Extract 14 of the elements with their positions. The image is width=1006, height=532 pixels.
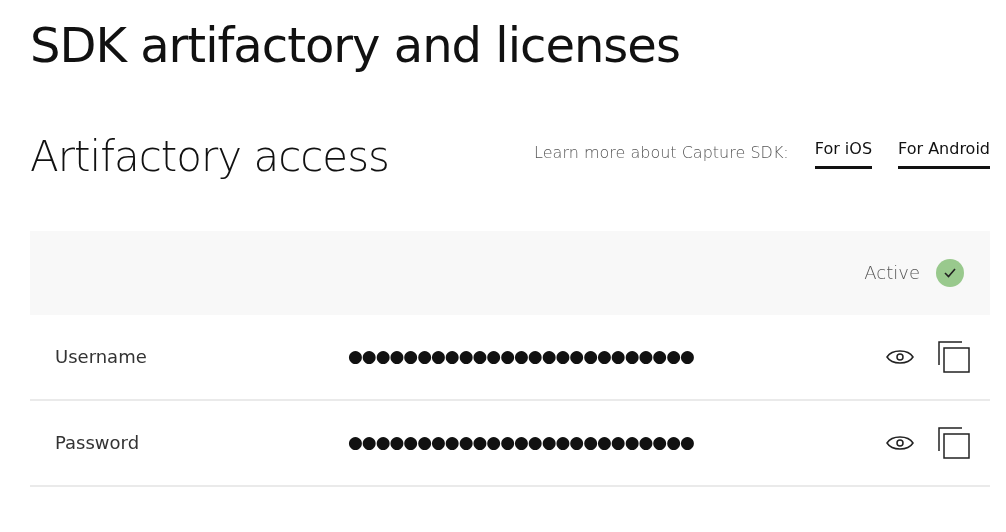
platform-link[interactable]: For iOS <box>814 136 873 169</box>
masked-value: ●●●●●●●●●●●●●●●●●●●●●●●●● <box>348 431 695 455</box>
platform-link[interactable]: For Android <box>898 136 990 169</box>
copy-icon[interactable] <box>938 426 970 459</box>
masked-value: ●●●●●●●●●●●●●●●●●●●●●●●●● <box>348 345 695 369</box>
show-icon[interactable] <box>886 347 914 366</box>
section-title: Artifactory access <box>30 132 389 183</box>
show-icon[interactable] <box>886 433 914 452</box>
credential-label: Password <box>55 431 141 456</box>
page-title: SDK artifactory and licenses <box>30 16 681 75</box>
copy-icon[interactable] <box>938 340 970 373</box>
status-text: Active <box>864 261 920 286</box>
credential-label: Username <box>55 345 148 370</box>
learn-more-text: Learn more about Capture SDK: <box>534 141 789 164</box>
